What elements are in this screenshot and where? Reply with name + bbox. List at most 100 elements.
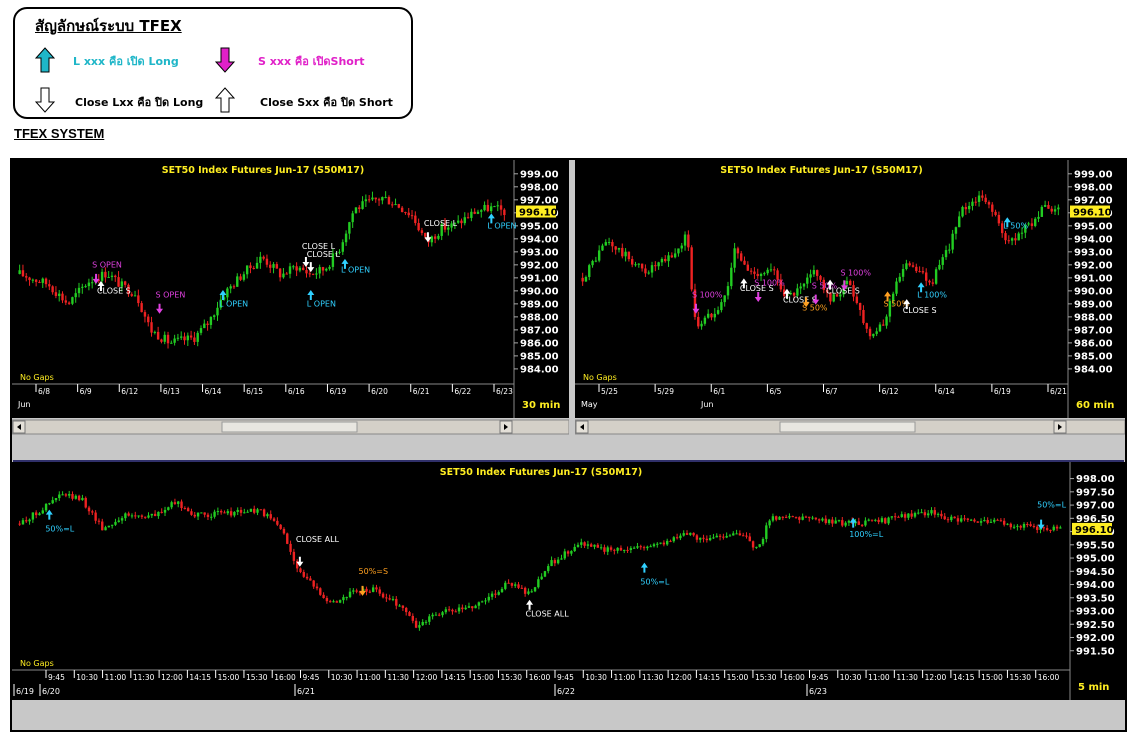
candle-body	[639, 546, 642, 548]
candle-body	[809, 274, 812, 278]
candle-body	[437, 235, 440, 239]
candle-body	[997, 214, 1001, 224]
candle-body	[911, 265, 915, 267]
candle-body	[743, 260, 746, 265]
candle-body	[456, 220, 460, 223]
candle-body	[133, 295, 137, 297]
candle-body	[597, 250, 601, 261]
panel-30min-ytick-label: 986.00	[520, 338, 559, 349]
chart-frame: SET50 Index Futures Jun-17 (S50M17) 999.0…	[10, 158, 1127, 732]
candle-body	[335, 601, 339, 603]
candle-body	[417, 223, 420, 231]
signal-label: L OPEN	[341, 266, 370, 275]
candle-body	[180, 501, 183, 509]
signal-label: 50%=L	[45, 525, 74, 534]
candle-body	[137, 295, 140, 304]
candle-body	[100, 271, 104, 281]
candle-body	[884, 518, 887, 524]
panel-60min-xtick-label: 6/1	[713, 387, 725, 396]
candle-body	[441, 612, 444, 616]
candle-body	[958, 216, 961, 228]
candle-body	[821, 518, 824, 521]
candle-body	[550, 560, 553, 567]
panel-60min-ytick-label: 994.00	[1074, 234, 1113, 245]
candle-body	[1020, 232, 1024, 234]
candle-body	[219, 511, 223, 513]
candle-body	[134, 515, 137, 517]
candle-body	[289, 543, 292, 552]
candle-body	[956, 518, 960, 522]
candle-body	[728, 535, 732, 537]
system-label: TFEX SYSTEM	[14, 126, 105, 141]
candle-body	[239, 276, 242, 280]
candle-body	[504, 582, 507, 589]
candle-body	[907, 513, 910, 518]
panel-30min-ytick-label: 999.00	[520, 169, 559, 180]
candle-body	[700, 323, 703, 327]
candle-body	[51, 500, 54, 504]
panel-5min-xtick-label: 15:30	[1009, 673, 1031, 682]
candle-body	[420, 230, 424, 233]
arrow-down-filled-magenta-icon	[215, 47, 235, 73]
candle-body	[286, 533, 289, 544]
candle-body	[265, 258, 269, 265]
candle-body	[858, 302, 862, 310]
candle-body	[104, 271, 107, 278]
candle-body	[632, 547, 636, 549]
candle-body	[391, 598, 395, 600]
candle-body	[507, 582, 510, 584]
candle-body	[51, 286, 54, 293]
panel-5min-last-price-label: 996.10	[1075, 525, 1114, 536]
candle-body	[226, 288, 229, 298]
signal-label: CLOSE L	[424, 219, 458, 228]
candle-body	[418, 625, 421, 628]
panel-5min-xtick-label: 16:00	[1038, 673, 1060, 682]
candle-body	[791, 516, 794, 518]
candle-body	[48, 503, 51, 505]
candle-body	[921, 271, 925, 273]
candle-body	[636, 546, 639, 548]
candle-body	[209, 316, 213, 325]
panel-30min-ytick-label: 988.00	[520, 312, 559, 323]
candle-body	[918, 271, 921, 273]
signal-label: CLOSE ALL	[296, 535, 340, 544]
candle-body	[665, 540, 669, 545]
candle-body	[706, 313, 710, 318]
candle-body	[987, 202, 991, 205]
candle-body	[1036, 526, 1039, 530]
candle-body	[229, 286, 232, 289]
panel-60min-ytick-label: 995.00	[1074, 221, 1113, 232]
arrow-down-outline-icon	[35, 87, 55, 113]
candle-body	[503, 209, 506, 216]
panel-60min-month-label: Jun	[700, 400, 714, 409]
candle-body	[631, 259, 634, 265]
candle-body	[802, 283, 806, 287]
panel-60min-ytick-label: 985.00	[1074, 351, 1113, 362]
candle-body	[351, 213, 354, 223]
candle-body	[183, 336, 186, 341]
candle-body	[895, 281, 898, 294]
panel-60min-ytick-label: 997.00	[1074, 195, 1113, 206]
candle-body	[771, 516, 775, 521]
candle-body	[697, 316, 700, 327]
candle-body	[385, 597, 388, 599]
candle-body	[967, 205, 971, 210]
candle-body	[348, 222, 351, 234]
candle-body	[256, 509, 259, 513]
signal-label: L 50%	[1003, 221, 1028, 230]
panel-5min-xtick-label: 15:00	[981, 673, 1003, 682]
candle-body	[590, 544, 593, 547]
candle-body	[147, 515, 150, 518]
candle-body	[309, 578, 312, 581]
panel-5min-xtick-label: 16:00	[274, 673, 296, 682]
candle-body	[61, 293, 64, 301]
candle-body	[431, 614, 434, 617]
signal-label: L OPEN	[487, 221, 516, 230]
candle-body	[1019, 525, 1022, 528]
candle-body	[801, 516, 804, 520]
panel-5min-ytick-label: 995.00	[1076, 554, 1115, 565]
candle-body	[137, 515, 140, 517]
candle-body	[127, 513, 130, 516]
candle-body	[421, 621, 424, 626]
candle-body	[925, 272, 928, 281]
